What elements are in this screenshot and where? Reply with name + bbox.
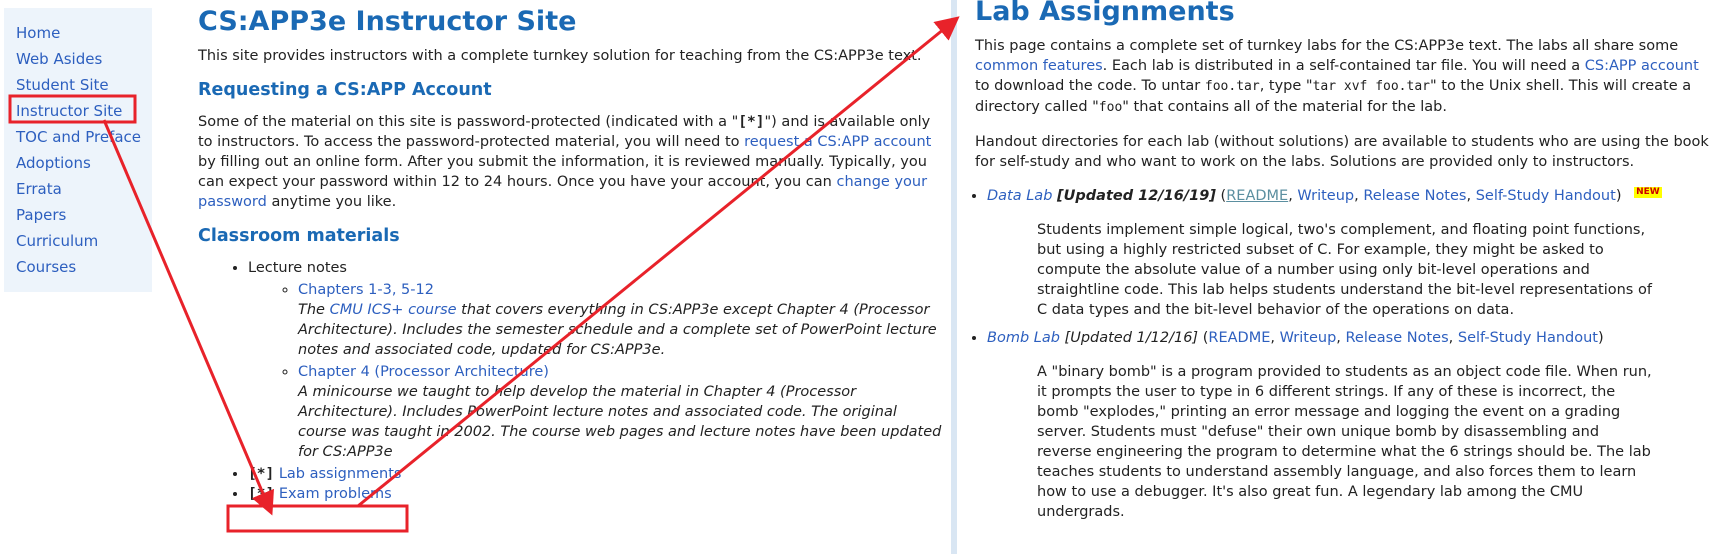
bomb-lab-description: A "binary bomb" is a program provided to… bbox=[1037, 364, 1652, 520]
data-lab-readme-link[interactable]: README bbox=[1226, 188, 1288, 204]
sidebar-item-toc-preface[interactable]: TOC and Preface bbox=[16, 124, 152, 150]
data-lab-handout-link[interactable]: Self-Study Handout bbox=[1476, 188, 1616, 204]
classroom-list: Lecture notes Chapters 1-3, 5-12 The CMU… bbox=[198, 258, 943, 504]
lecture-notes-label: Lecture notes bbox=[248, 260, 347, 276]
list-item: Chapters 1-3, 5-12 The CMU ICS+ course t… bbox=[298, 280, 943, 360]
data-lab-description: Students implement simple logical, two's… bbox=[1037, 222, 1652, 318]
lab-assignments-link[interactable]: Lab assignments bbox=[279, 466, 402, 482]
data-lab-release-notes-link[interactable]: Release Notes bbox=[1363, 188, 1466, 204]
data-lab-link[interactable]: Data Lab bbox=[987, 188, 1052, 204]
sidebar-item-curriculum[interactable]: Curriculum bbox=[16, 228, 152, 254]
sidebar-item-instructor-site[interactable]: Instructor Site bbox=[16, 98, 152, 124]
main-content: CS:APP3e Instructor Site This site provi… bbox=[198, 6, 943, 504]
request-account-link[interactable]: request a CS:APP account bbox=[744, 134, 931, 150]
bomb-lab-link[interactable]: Bomb Lab bbox=[987, 330, 1060, 346]
labs-list: Data Lab [Updated 12/16/19] (README, Wri… bbox=[975, 186, 1717, 522]
classroom-heading: Classroom materials bbox=[198, 226, 400, 246]
list-item: [*] Lab assignments bbox=[248, 464, 943, 484]
list-item: Bomb Lab [Updated 1/12/16] (README, Writ… bbox=[987, 328, 1717, 522]
lab-intro-paragraph: This page contains a complete set of tur… bbox=[975, 38, 1699, 115]
account-paragraph: Some of the material on this site is pas… bbox=[198, 114, 932, 210]
chapters-link[interactable]: Chapters 1-3, 5-12 bbox=[298, 282, 434, 298]
sidebar-item-student-site[interactable]: Student Site bbox=[16, 72, 152, 98]
bomb-lab-readme-link[interactable]: README bbox=[1208, 330, 1270, 346]
intro-text: This site provides instructors with a co… bbox=[198, 48, 922, 64]
bomb-lab-release-notes-link[interactable]: Release Notes bbox=[1346, 330, 1449, 346]
csapp-account-link[interactable]: CS:APP account bbox=[1585, 58, 1699, 74]
sidebar-item-adoptions[interactable]: Adoptions bbox=[16, 150, 152, 176]
sidebar-item-papers[interactable]: Papers bbox=[16, 202, 152, 228]
list-item: Data Lab [Updated 12/16/19] (README, Wri… bbox=[987, 186, 1717, 320]
lab-page-title: Lab Assignments bbox=[975, 0, 1235, 27]
account-heading: Requesting a CS:APP Account bbox=[198, 80, 492, 100]
chapters-description: The CMU ICS+ course that covers everythi… bbox=[298, 302, 937, 358]
list-item: Lecture notes Chapters 1-3, 5-12 The CMU… bbox=[248, 258, 943, 462]
sidebar-item-home[interactable]: Home bbox=[16, 20, 152, 46]
bomb-lab-writeup-link[interactable]: Writeup bbox=[1280, 330, 1337, 346]
sidebar-item-web-asides[interactable]: Web Asides bbox=[16, 46, 152, 72]
list-item: Chapter 4 (Processor Architecture) A min… bbox=[298, 362, 943, 462]
data-lab-writeup-link[interactable]: Writeup bbox=[1297, 188, 1354, 204]
sidebar-nav: Home Web Asides Student Site Instructor … bbox=[4, 8, 152, 292]
bomb-lab-handout-link[interactable]: Self-Study Handout bbox=[1458, 330, 1598, 346]
handout-paragraph: Handout directories for each lab (withou… bbox=[975, 134, 1709, 170]
chapter4-link[interactable]: Chapter 4 (Processor Architecture) bbox=[298, 364, 549, 380]
panel-divider bbox=[951, 0, 957, 554]
page-title: CS:APP3e Instructor Site bbox=[198, 6, 577, 37]
sidebar-item-errata[interactable]: Errata bbox=[16, 176, 152, 202]
cmu-course-link[interactable]: CMU ICS+ course bbox=[330, 302, 457, 318]
lab-assignments-panel: Lab Assignments This page contains a com… bbox=[975, 0, 1717, 530]
sidebar-item-courses[interactable]: Courses bbox=[16, 254, 152, 280]
new-badge: NEW bbox=[1634, 187, 1662, 199]
instructor-site-panel: Home Web Asides Student Site Instructor … bbox=[0, 0, 950, 554]
common-features-link[interactable]: common features bbox=[975, 58, 1103, 74]
chapter4-description: A minicourse we taught to help develop t… bbox=[298, 384, 942, 460]
list-item: [*] Exam problems bbox=[248, 484, 943, 504]
exam-problems-link[interactable]: Exam problems bbox=[279, 486, 392, 502]
